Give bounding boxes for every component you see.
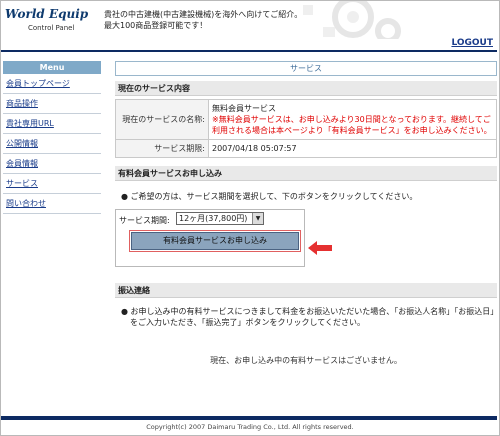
footer-divider xyxy=(1,416,497,420)
page-title: サービス xyxy=(115,61,497,76)
sidebar-item-contact[interactable]: 問い合わせ xyxy=(3,194,101,214)
paid-service-note-text: ご希望の方は、サービス期間を選択して、下のボタンをクリックしてください。 xyxy=(130,192,418,201)
chevron-down-icon[interactable]: ▼ xyxy=(252,213,263,224)
service-name-label: 現在のサービスの名称: xyxy=(115,99,209,140)
table-row: サービス期限: 2007/04/18 05:07:57 xyxy=(115,139,497,158)
current-service-table: 現在のサービスの名称: 無料会員サービス ※無料会員サービスは、お申し込みより3… xyxy=(115,99,497,158)
paid-service-note: ● ご希望の方は、サービス期間を選択して、下のボタンをクリックしてください。 xyxy=(121,192,418,201)
sidebar-item-public-info[interactable]: 公開情報 xyxy=(3,134,101,154)
apply-button-highlight: 有料会員サービスお申し込み xyxy=(129,230,301,252)
sidebar-item-product-ops[interactable]: 商品操作 xyxy=(3,94,101,114)
service-period-label: サービス期限: xyxy=(115,139,209,158)
paid-service-form: サービス期間: 12ヶ月(37,800円) ▼ 有料会員サービスお申し込み xyxy=(115,209,305,267)
period-select-value: 12ヶ月(37,800円) xyxy=(179,214,248,223)
logo-title: World Equip xyxy=(5,7,89,21)
no-pending-service-message: 現在、お申し込み中の有料サービスはございません。 xyxy=(210,356,402,365)
sidebar-item-service[interactable]: サービス xyxy=(3,174,101,194)
logo-subtitle: Control Panel xyxy=(28,24,75,32)
current-service-heading: 現在のサービス内容 xyxy=(115,81,497,96)
period-select[interactable]: 12ヶ月(37,800円) ▼ xyxy=(176,212,264,225)
paid-service-heading: 有料会員サービスお申し込み xyxy=(115,166,497,181)
transfer-note-line-2: をご入力いただき、「振込完了」ボタンをクリックしてください。 xyxy=(130,318,365,327)
transfer-note: ● お申し込み中の有料サービスにつきまして料金をお振込いただいた場合、「お振込人… xyxy=(121,307,499,327)
sidebar: Menu 会員トップページ 商品操作 貴社専用URL 公開情報 会員情報 サービ… xyxy=(3,61,101,214)
logo: World Equip Control Panel xyxy=(5,7,93,37)
service-period-value: 2007/04/18 05:07:57 xyxy=(208,139,497,158)
sidebar-heading: Menu xyxy=(3,61,101,74)
transfer-heading: 振込連絡 xyxy=(115,283,497,298)
header-divider xyxy=(1,50,497,52)
sidebar-item-member-top[interactable]: 会員トップページ xyxy=(3,74,101,94)
table-row: 現在のサービスの名称: 無料会員サービス ※無料会員サービスは、お申し込みより3… xyxy=(115,99,497,140)
service-name-warning: ※無料会員サービスは、お申し込みより30日間となっております。継続してご利用され… xyxy=(212,115,492,135)
red-arrow-pointer-icon xyxy=(308,241,332,255)
transfer-note-line-1: お申し込み中の有料サービスにつきまして料金をお振込いただいた場合、「お振込人名称… xyxy=(130,307,499,316)
period-select-label: サービス期間: xyxy=(119,216,170,225)
apply-paid-service-button[interactable]: 有料会員サービスお申し込み xyxy=(131,232,299,250)
header: World Equip Control Panel 貴社の中古建機(中古建設機械… xyxy=(1,1,497,39)
footer-copyright: Copyright(c) 2007 Daimaru Trading Co., L… xyxy=(146,423,354,431)
service-name-cell: 無料会員サービス ※無料会員サービスは、お申し込みより30日間となっております。… xyxy=(208,99,497,140)
logout-link[interactable]: LOGOUT xyxy=(451,38,493,48)
sidebar-item-company-url[interactable]: 貴社専用URL xyxy=(3,114,101,134)
sidebar-item-member-info[interactable]: 会員情報 xyxy=(3,154,101,174)
service-name-value: 無料会員サービス xyxy=(212,104,276,113)
gear-decoration-icon xyxy=(303,1,401,39)
main-content: サービス 現在のサービス内容 現在のサービスの名称: 無料会員サービス ※無料会… xyxy=(115,61,498,365)
